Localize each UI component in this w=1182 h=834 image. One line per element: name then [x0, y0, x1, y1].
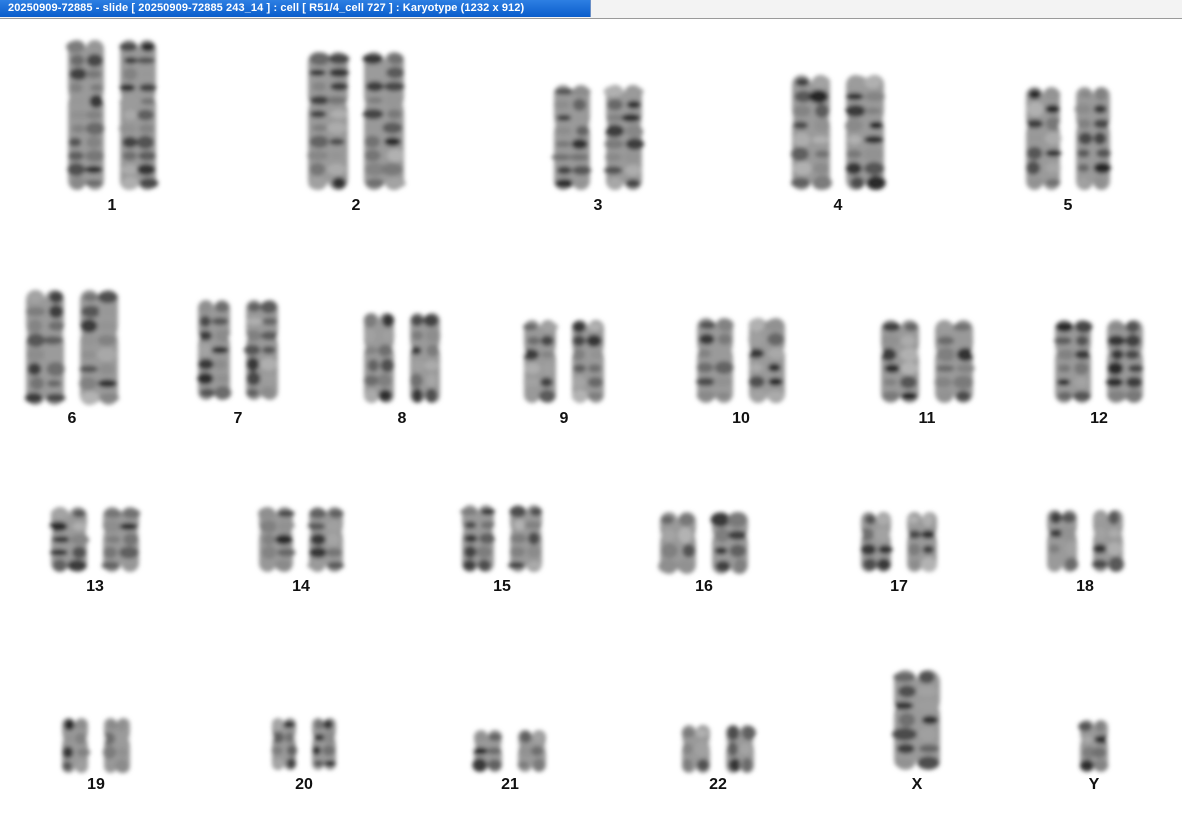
chromosome-18-homolog-1[interactable] [1038, 510, 1086, 572]
chromosome-1-homolog-2[interactable] [111, 40, 165, 190]
chromosome-5-homolog-2[interactable] [1067, 87, 1119, 190]
chromosome-3-homolog-2[interactable] [597, 85, 651, 190]
chromosome-19[interactable] [53, 718, 139, 773]
chromosome-21-homolog-2[interactable] [509, 730, 555, 772]
chromosome-4-homolog-1[interactable] [783, 75, 839, 190]
chromosome-8[interactable] [355, 313, 449, 403]
chromosome-label: 22 [709, 776, 727, 793]
chromosome-20-homolog-2[interactable] [303, 718, 345, 770]
chromosome-10-homolog-2[interactable] [740, 318, 794, 403]
chromosome-10[interactable] [688, 318, 794, 403]
chromosome-2-homolog-1[interactable] [299, 52, 357, 190]
chromosome-10-homolog-1[interactable] [688, 318, 742, 403]
chromosome-13-homolog-1[interactable] [42, 507, 96, 572]
chromosome-label: 6 [67, 410, 77, 427]
window-title: 20250909-72885 - slide [ 20250909-72885 … [0, 0, 591, 17]
chromosome-label: 19 [87, 776, 105, 793]
karyotype-canvas: 1 2 3 4 5 6 7 8 9 10 11 12 13 14 15 16 17 18 19 20 21 22 X Y [0, 19, 1182, 834]
chromosome-22-homolog-2[interactable] [717, 725, 763, 773]
window-titlebar[interactable]: 20250909-72885 - slide [ 20250909-72885 … [0, 0, 1182, 19]
chromosome-2[interactable] [299, 52, 413, 190]
chromosome-y[interactable] [1071, 720, 1117, 772]
chromosome-11-homolog-1[interactable] [872, 320, 928, 403]
chromosome-label: 18 [1076, 578, 1094, 595]
chromosome-12-homolog-1[interactable] [1046, 320, 1100, 403]
chromosome-5[interactable] [1017, 87, 1119, 190]
chromosome-label: 13 [86, 578, 104, 595]
chromosome-16-homolog-2[interactable] [703, 512, 757, 574]
chromosome-6-homolog-2[interactable] [71, 290, 127, 405]
chromosome-label: 8 [397, 410, 407, 427]
chromosome-label: 2 [351, 197, 361, 214]
chromosome-13-homolog-2[interactable] [94, 507, 148, 572]
chromosome-1-homolog-1[interactable] [59, 40, 113, 190]
chromosome-14[interactable] [250, 507, 352, 572]
chromosome-15-homolog-2[interactable] [501, 505, 551, 572]
chromosome-label: 12 [1090, 410, 1108, 427]
chromosome-11-homolog-2[interactable] [926, 320, 982, 403]
chromosome-17[interactable] [852, 512, 946, 572]
chromosome-3-homolog-1[interactable] [545, 85, 599, 190]
chromosome-17-homolog-1[interactable] [852, 512, 900, 572]
chromosome-18-homolog-2[interactable] [1084, 510, 1132, 572]
chromosome-x[interactable] [885, 670, 949, 770]
chromosome-6[interactable] [17, 290, 127, 405]
chromosome-16[interactable] [651, 512, 757, 574]
chromosome-20[interactable] [263, 718, 345, 770]
chromosome-15[interactable] [453, 505, 551, 572]
chromosome-y-homolog-1[interactable] [1071, 720, 1117, 772]
chromosome-2-homolog-2[interactable] [355, 52, 413, 190]
chromosome-label: 21 [501, 776, 519, 793]
chromosome-label: 5 [1063, 197, 1073, 214]
chromosome-label: 10 [732, 410, 750, 427]
chromosome-label: 17 [890, 578, 908, 595]
chromosome-9[interactable] [515, 320, 613, 403]
chromosome-label: 15 [493, 578, 511, 595]
chromosome-19-homolog-1[interactable] [53, 718, 97, 773]
chromosome-21-homolog-1[interactable] [465, 730, 511, 772]
chromosome-7[interactable] [189, 300, 287, 400]
chromosome-17-homolog-2[interactable] [898, 512, 946, 572]
chromosome-label: 20 [295, 776, 313, 793]
chromosome-x-homolog-1[interactable] [885, 670, 949, 770]
chromosome-6-homolog-1[interactable] [17, 290, 73, 405]
chromosome-15-homolog-1[interactable] [453, 505, 503, 572]
chromosome-label: 1 [107, 197, 117, 214]
chromosome-14-homolog-1[interactable] [250, 507, 302, 572]
chromosome-label: 3 [593, 197, 603, 214]
chromosome-label: 11 [918, 410, 936, 427]
chromosome-12-homolog-2[interactable] [1098, 320, 1152, 403]
chromosome-9-homolog-2[interactable] [563, 320, 613, 403]
chromosome-label: X [911, 776, 923, 793]
chromosome-19-homolog-2[interactable] [95, 718, 139, 773]
chromosome-label: 9 [559, 410, 569, 427]
chromosome-5-homolog-1[interactable] [1017, 87, 1069, 190]
chromosome-22[interactable] [673, 725, 763, 773]
chromosome-21[interactable] [465, 730, 555, 772]
chromosome-8-homolog-2[interactable] [401, 313, 449, 403]
chromosome-12[interactable] [1046, 320, 1152, 403]
chromosome-13[interactable] [42, 507, 148, 572]
chromosome-4[interactable] [783, 75, 893, 190]
chromosome-22-homolog-1[interactable] [673, 725, 719, 773]
chromosome-label: 7 [233, 410, 243, 427]
chromosome-3[interactable] [545, 85, 651, 190]
chromosome-label: Y [1088, 776, 1100, 793]
chromosome-4-homolog-2[interactable] [837, 75, 893, 190]
chromosome-label: 16 [695, 578, 713, 595]
chromosome-11[interactable] [872, 320, 982, 403]
chromosome-label: 4 [833, 197, 843, 214]
chromosome-9-homolog-1[interactable] [515, 320, 565, 403]
chromosome-7-homolog-2[interactable] [237, 300, 287, 400]
chromosome-14-homolog-2[interactable] [300, 507, 352, 572]
chromosome-20-homolog-1[interactable] [263, 718, 305, 770]
chromosome-16-homolog-1[interactable] [651, 512, 705, 574]
chromosome-1[interactable] [59, 40, 165, 190]
chromosome-8-homolog-1[interactable] [355, 313, 403, 403]
chromosome-7-homolog-1[interactable] [189, 300, 239, 400]
chromosome-label: 14 [292, 578, 310, 595]
chromosome-18[interactable] [1038, 510, 1132, 572]
